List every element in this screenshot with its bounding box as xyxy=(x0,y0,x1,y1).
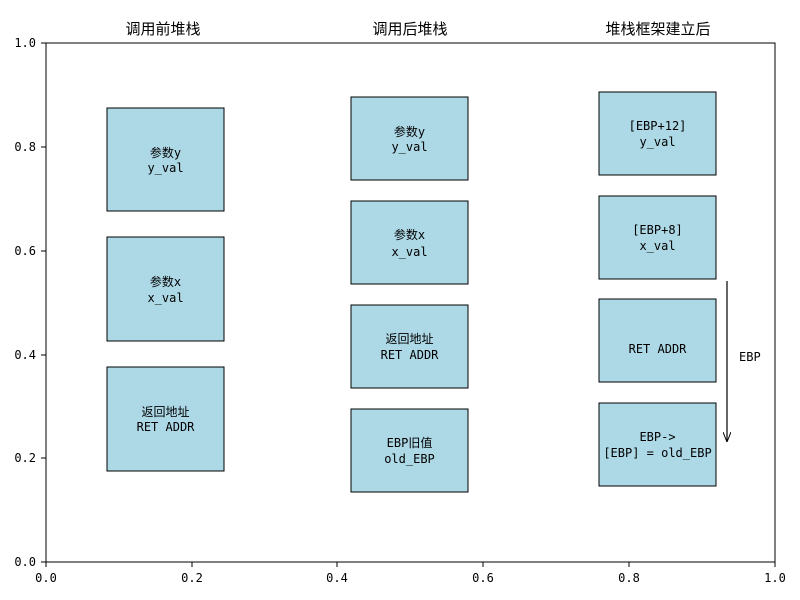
stack-box-value: x_val xyxy=(639,239,675,253)
stack-box-ret-addr: RET ADDR xyxy=(598,298,717,383)
panel-title-before-call: 调用前堆栈 xyxy=(125,20,200,38)
stack-box-value: RET ADDR xyxy=(137,420,196,434)
stack-box-rect xyxy=(598,402,717,487)
stack-box-rect xyxy=(350,200,469,285)
stack-box-rect xyxy=(598,298,717,383)
stack-box-label: EBP-> xyxy=(639,430,675,444)
stack-box-value: x_val xyxy=(147,291,183,305)
x-axis: 0.0 0.2 0.4 0.6 0.8 1.0 xyxy=(35,562,786,585)
stack-box-label: RET ADDR xyxy=(629,342,688,356)
y-tick-label: 0.6 xyxy=(14,244,36,258)
y-tick-label: 1.0 xyxy=(14,36,36,50)
stack-box-value: y_val xyxy=(147,161,183,175)
stack-box-label: 返回地址 xyxy=(141,405,189,419)
stack-box-ebp-plus-12: [EBP+12] y_val xyxy=(598,91,717,176)
stack-before-call: 参数y y_val 参数x x_val 返回地址 RET ADDR xyxy=(106,107,225,472)
stack-box-rect xyxy=(106,366,225,472)
stack-frame-established: [EBP+12] y_val [EBP+8] x_val RET ADDR EB… xyxy=(598,91,717,487)
stack-box-param-y: 参数y y_val xyxy=(350,96,469,181)
stack-box-label: 返回地址 xyxy=(385,332,433,346)
x-tick-label: 0.8 xyxy=(618,571,640,585)
stack-box-rect xyxy=(106,236,225,342)
stack-box-rect xyxy=(598,91,717,176)
x-tick-label: 0.6 xyxy=(472,571,494,585)
x-tick-label: 0.0 xyxy=(35,571,57,585)
stack-box-value: [EBP] = old_EBP xyxy=(603,446,711,460)
panel-title-frame-established: 堆栈框架建立后 xyxy=(605,20,710,38)
y-tick-label: 0.8 xyxy=(14,140,36,154)
stack-box-label: EBP旧值 xyxy=(387,435,433,450)
stack-box-value: old_EBP xyxy=(384,452,435,466)
stack-box-label: [EBP+12] xyxy=(629,119,687,133)
stack-box-rect xyxy=(598,195,717,280)
stack-box-value: x_val xyxy=(391,245,427,259)
stack-box-rect xyxy=(350,408,469,493)
diagram-canvas: 调用前堆栈 调用后堆栈 堆栈框架建立后 参数y y_val 参数x x_val … xyxy=(14,20,786,585)
y-tick-label: 0.0 xyxy=(14,555,36,569)
stack-box-old-ebp: EBP旧值 old_EBP xyxy=(350,408,469,493)
stack-box-value: y_val xyxy=(391,140,427,154)
stack-box-ebp-old-value: EBP-> [EBP] = old_EBP xyxy=(598,402,717,487)
stack-after-call: 参数y y_val 参数x x_val 返回地址 RET ADDR EBP旧值 … xyxy=(350,96,469,493)
stack-box-return-address: 返回地址 RET ADDR xyxy=(350,304,469,389)
y-axis: 0.0 0.2 0.4 0.6 0.8 1.0 xyxy=(14,36,46,569)
stack-box-label: 参数y xyxy=(150,145,181,160)
stack-box-param-x: 参数x x_val xyxy=(350,200,469,285)
y-tick-label: 0.2 xyxy=(14,451,36,465)
stack-box-rect xyxy=(350,304,469,389)
y-tick-label: 0.4 xyxy=(14,348,36,362)
stack-box-value: RET ADDR xyxy=(381,348,440,362)
stack-box-param-x: 参数x x_val xyxy=(106,236,225,342)
stack-box-label: 参数x xyxy=(150,274,181,289)
stack-box-return-address: 返回地址 RET ADDR xyxy=(106,366,225,472)
stack-box-label: 参数y xyxy=(394,124,425,139)
ebp-arrow-label: EBP xyxy=(739,350,761,364)
panel-title-after-call: 调用后堆栈 xyxy=(372,20,447,38)
stack-box-param-y: 参数y y_val xyxy=(106,107,225,212)
stack-box-label: [EBP+8] xyxy=(632,223,683,237)
x-tick-label: 0.4 xyxy=(326,571,348,585)
stack-box-value: y_val xyxy=(639,135,675,149)
x-tick-label: 1.0 xyxy=(764,571,786,585)
stack-box-label: 参数x xyxy=(394,227,425,242)
x-tick-label: 0.2 xyxy=(181,571,203,585)
stack-box-ebp-plus-8: [EBP+8] x_val xyxy=(598,195,717,280)
